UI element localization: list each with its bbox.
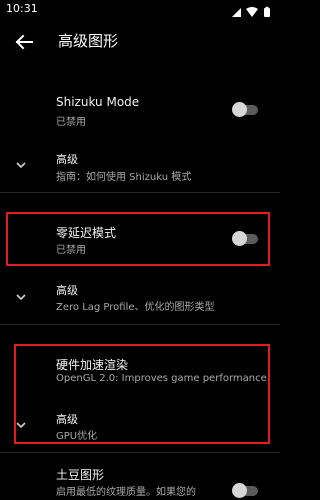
status-bar: 10:31 [0, 0, 280, 18]
zero-lag-advanced-row[interactable]: 高级 Zero Lag Profile、优化的图形类型 [0, 276, 280, 320]
hardware-highlight-box [14, 344, 270, 444]
wifi-icon [246, 7, 258, 17]
section-divider [0, 452, 280, 453]
zero-lag-advanced-title: 高级 [56, 284, 78, 297]
chevron-down-icon [14, 289, 28, 303]
shizuku-mode-toggle[interactable] [232, 102, 258, 117]
shizuku-advanced-title: 高级 [56, 153, 78, 166]
potato-graphics-row[interactable]: 土豆图形 启用最低的纹理质量。如果您的 [0, 456, 280, 500]
zero-lag-advanced-summary: Zero Lag Profile、优化的图形类型 [56, 302, 215, 313]
potato-graphics-summary: 启用最低的纹理质量。如果您的 [56, 487, 196, 498]
toggle-thumb [232, 102, 247, 117]
shizuku-mode-status: 已禁用 [56, 117, 86, 128]
shizuku-mode-row[interactable]: Shizuku Mode 已禁用 [0, 86, 280, 136]
chevron-down-icon [14, 157, 28, 171]
shizuku-advanced-summary: 指南：如何使用 Shizuku 模式 [56, 172, 192, 183]
battery-icon [264, 6, 270, 17]
section-divider [0, 324, 280, 325]
back-arrow-icon[interactable] [12, 30, 36, 54]
zero-lag-highlight-box [6, 212, 270, 266]
shizuku-mode-title: Shizuku Mode [56, 95, 140, 109]
shizuku-advanced-row[interactable]: 高级 指南：如何使用 Shizuku 模式 [0, 144, 280, 188]
potato-graphics-toggle[interactable] [232, 483, 258, 498]
page-title: 高级图形 [58, 32, 119, 50]
app-bar: 高级图形 [0, 18, 280, 66]
potato-graphics-title: 土豆图形 [56, 468, 105, 482]
status-time: 10:31 [6, 2, 38, 15]
cell-signal-icon [232, 8, 241, 17]
toggle-thumb [232, 483, 247, 498]
